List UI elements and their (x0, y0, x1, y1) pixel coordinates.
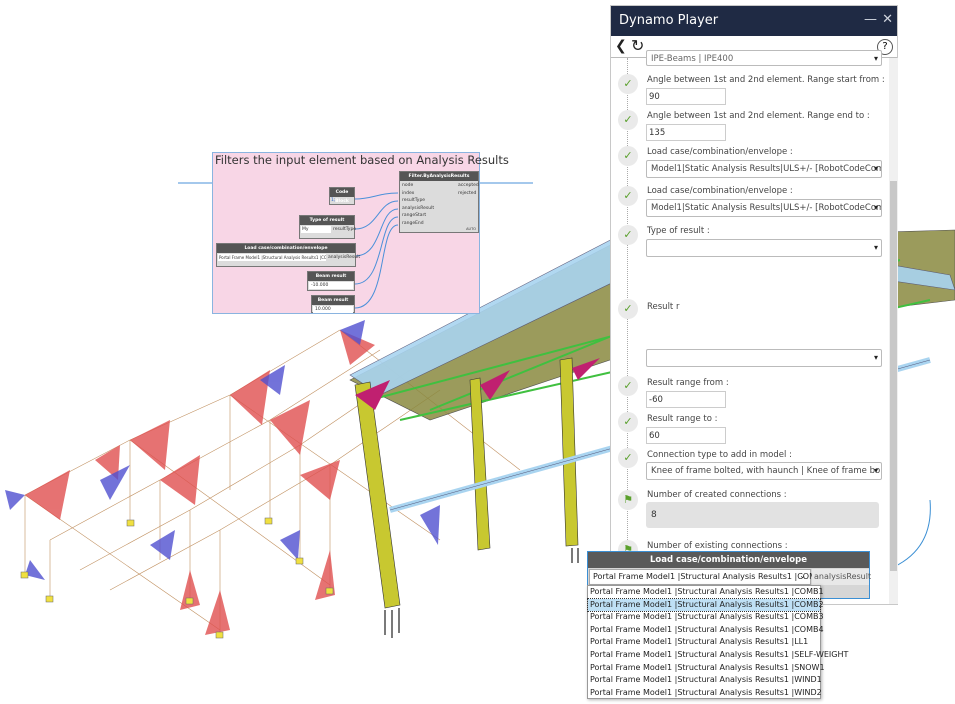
close-button[interactable]: ✕ (882, 12, 893, 27)
input-port[interactable]: rangeStart (402, 212, 434, 220)
node-title: Code Block (330, 188, 354, 204)
check-icon: ✓ (618, 376, 638, 396)
type-of-result-node[interactable]: Type of result My resultType (299, 215, 356, 239)
dropdown-option[interactable]: Portal Frame Model1 |Structural Analysis… (588, 687, 822, 700)
field-label: Number of created connections : (647, 490, 787, 500)
node-title: Type of result (300, 216, 354, 225)
created-connections-output: 8 (646, 502, 879, 528)
input-port[interactable]: resultType (402, 197, 434, 205)
check-icon: ✓ (618, 448, 638, 468)
dropdown-option[interactable]: Portal Frame Model1 |Structural Analysis… (588, 624, 824, 637)
check-icon: ✓ (618, 299, 638, 319)
check-icon: ✓ (618, 110, 638, 130)
dynamo-player-panel: Dynamo Player — ✕ ❮ ↻ ? IPE-Beams | IPE4… (610, 5, 898, 605)
load-case-select-1[interactable]: Model1|Static Analysis Results|ULS+/- [R… (646, 160, 882, 178)
dropdown-node-title: Load case/combination/envelope (588, 552, 869, 568)
dropdown-option[interactable]: Portal Frame Model1 |Structural Analysis… (588, 611, 824, 624)
node-title: Filter.ByAnalysisResults (400, 172, 478, 181)
scrollbar-thumb[interactable] (890, 181, 897, 571)
player-title-bar: Dynamo Player — ✕ (611, 6, 897, 36)
output-port[interactable]: analysisResult (328, 255, 360, 260)
dropdown-option[interactable]: Portal Frame Model1 |Structural Analysis… (588, 674, 822, 687)
field-label: Angle between 1st and 2nd element. Range… (647, 111, 870, 121)
node-title: Load case/combination/envelope (217, 244, 355, 253)
selected-value: Portal Frame Model1 |Structural Analysis… (593, 572, 827, 581)
type-select[interactable]: My (301, 226, 331, 233)
node-title: Beam result range from (308, 272, 354, 288)
output-port[interactable]: rejected (458, 190, 479, 198)
code-block-node[interactable]: Code Block 1; (329, 187, 355, 205)
check-icon: ✓ (618, 146, 638, 166)
output-port[interactable]: analysisResult (812, 569, 871, 585)
back-icon[interactable]: ❮ (615, 38, 627, 54)
load-case-select-2[interactable]: Model1|Static Analysis Results|ULS+/- [R… (646, 199, 882, 217)
angle-start-input[interactable]: 90 (646, 88, 726, 105)
dropdown-select[interactable]: Portal Frame Model1 |Structural Analysis… (589, 569, 827, 585)
flag-icon: ⚑ (618, 490, 638, 510)
output-port[interactable]: resultType (333, 227, 356, 232)
input-port[interactable]: rangeEnd (402, 220, 434, 228)
field-label: Type of result : (647, 226, 710, 236)
range-from-node[interactable]: Beam result range from -10.000 (307, 271, 355, 291)
result-range-from-input[interactable]: -60 (646, 391, 726, 408)
field-label: Connection type to add in model : (647, 450, 792, 460)
dropdown-option[interactable]: Portal Frame Model1 |Structural Analysis… (588, 586, 824, 599)
field-label: Result range to : (647, 414, 718, 424)
supports (20, 517, 334, 639)
beam-type-select[interactable]: IPE-Beams | IPE400 (646, 50, 882, 66)
node-title: Beam result range to (312, 296, 354, 312)
load-case-node[interactable]: Load case/combination/envelope Portal Fr… (216, 243, 360, 267)
field-label: Load case/combination/envelope : (647, 186, 793, 196)
result-type-select[interactable] (646, 239, 882, 257)
filter-by-analysis-results-node[interactable]: Filter.ByAnalysisResults node index resu… (399, 171, 479, 233)
moment-diagram-red (25, 330, 375, 635)
player-title: Dynamo Player (619, 13, 719, 28)
angle-end-input[interactable]: 135 (646, 124, 726, 141)
check-icon: ✓ (618, 186, 638, 206)
input-port[interactable]: index (402, 190, 434, 198)
output-port[interactable]: accepted (458, 182, 479, 190)
step-connector (627, 58, 628, 598)
input-port[interactable]: node (402, 182, 434, 190)
dropdown-option[interactable]: Portal Frame Model1 |Structural Analysis… (588, 649, 848, 662)
connection-type-select[interactable]: Knee of frame bolted, with haunch | Knee… (646, 462, 882, 480)
load-case-select[interactable]: Portal Frame Model1 |Structural Analysis… (218, 254, 326, 261)
minimize-button[interactable]: — (864, 12, 877, 27)
node-group: Filters the input element based on Analy… (212, 152, 509, 314)
check-icon: ✓ (618, 74, 638, 94)
result-range-to-input[interactable]: 60 (646, 427, 726, 444)
chevron-down-icon[interactable]: ⌄ (799, 571, 806, 580)
result-select[interactable] (646, 349, 882, 367)
lacing-label: AUTO (466, 227, 476, 231)
dropdown-options-list: Portal Frame Model1 |Structural Analysis… (587, 585, 848, 700)
check-icon: ✓ (618, 225, 638, 245)
field-label: Result range from : (647, 378, 729, 388)
field-label: Result r (647, 302, 680, 312)
field-label: Angle between 1st and 2nd element. Range… (647, 75, 885, 85)
dropdown-option[interactable]: Portal Frame Model1 |Structural Analysis… (588, 662, 825, 675)
refresh-icon[interactable]: ↻ (631, 36, 644, 55)
field-label: Load case/combination/envelope : (647, 147, 793, 157)
check-icon: ✓ (618, 412, 638, 432)
input-port[interactable]: analysisResult (402, 205, 434, 213)
dropdown-option[interactable]: Portal Frame Model1 |Structural Analysis… (588, 636, 820, 649)
range-to-node[interactable]: Beam result range to 10.000 (311, 295, 355, 313)
dropdown-option-highlighted[interactable]: Portal Frame Model1 |Structural Analysis… (587, 597, 824, 613)
field-label: Number of existing connections : (647, 541, 788, 551)
